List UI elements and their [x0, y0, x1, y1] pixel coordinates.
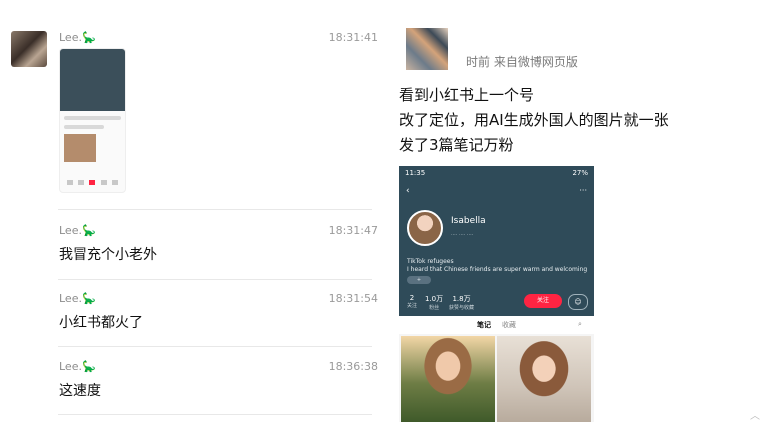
post-meta: 时前 来自微博网页版 — [466, 55, 578, 69]
stat-following[interactable]: 2 关注 — [407, 294, 417, 309]
profile-tabs: 笔记 收藏 ⌕ — [399, 316, 594, 334]
stat-likes[interactable]: 1.8万 获赞与收藏 — [449, 294, 474, 311]
post-text-line: 看到小红书上一个号 — [399, 86, 535, 104]
stat-followers[interactable]: 1.0万 粉丝 — [425, 294, 443, 311]
sender-name: Lee.🦕 — [59, 360, 96, 373]
message-time: 18:31:54 — [328, 292, 378, 305]
search-icon[interactable]: ⌕ — [578, 320, 582, 329]
divider — [58, 346, 372, 347]
message-time: 18:36:38 — [328, 360, 378, 373]
message-text: 这速度 — [59, 383, 101, 399]
profile-id: ···· ···· ···· — [451, 232, 474, 238]
profile-screenshot[interactable]: 11:35 27% ‹ ··· Isabella ···· ···· ···· T… — [399, 166, 594, 422]
back-icon[interactable]: ‹ — [406, 186, 410, 196]
profile-bio: TikTok refugees — [407, 258, 454, 265]
divider — [58, 414, 372, 415]
post-text-line: 发了3篇笔记万粉 — [399, 136, 514, 154]
status-bar: 11:35 27% — [405, 169, 588, 177]
divider — [58, 209, 372, 210]
sender-name: Lee.🦕 — [59, 224, 96, 237]
message-text: 小红书都火了 — [59, 315, 143, 331]
weibo-post: 时前 来自微博网页版 看到小红书上一个号 改了定位，用AI生成外国人的图片就一张… — [382, 0, 768, 432]
follow-button[interactable]: 关注 — [524, 294, 562, 308]
tab-collections[interactable]: 收藏 — [502, 320, 516, 330]
avatar[interactable] — [11, 31, 47, 67]
profile-tag: + — [407, 276, 431, 284]
message-time: 18:31:41 — [328, 31, 378, 44]
avatar[interactable] — [406, 28, 448, 70]
profile-name: Isabella — [451, 216, 486, 226]
message-time: 18:31:47 — [328, 224, 378, 237]
sender-name: Lee.🦕 — [59, 292, 96, 305]
divider — [58, 279, 372, 280]
sender-name: Lee.🦕 — [59, 31, 96, 44]
watermark-icon: ︿ — [750, 411, 760, 422]
chat-panel: Lee.🦕 18:31:41 Lee.🦕 18:31:47 我冒充个小老外 Le… — [0, 0, 382, 432]
profile-bio: I heard that Chinese friends are super w… — [407, 266, 588, 273]
message-button[interactable]: ☺ — [568, 294, 588, 310]
note-photo[interactable] — [401, 336, 495, 422]
note-photo[interactable] — [497, 336, 591, 422]
image-message-thumbnail[interactable] — [59, 48, 126, 193]
tab-notes[interactable]: 笔记 — [477, 320, 491, 330]
notes-grid — [399, 334, 594, 422]
post-text-line: 改了定位，用AI生成外国人的图片就一张 — [399, 111, 669, 129]
message-text: 我冒充个小老外 — [59, 247, 157, 263]
profile-avatar — [407, 210, 443, 246]
more-icon[interactable]: ··· — [579, 186, 587, 195]
